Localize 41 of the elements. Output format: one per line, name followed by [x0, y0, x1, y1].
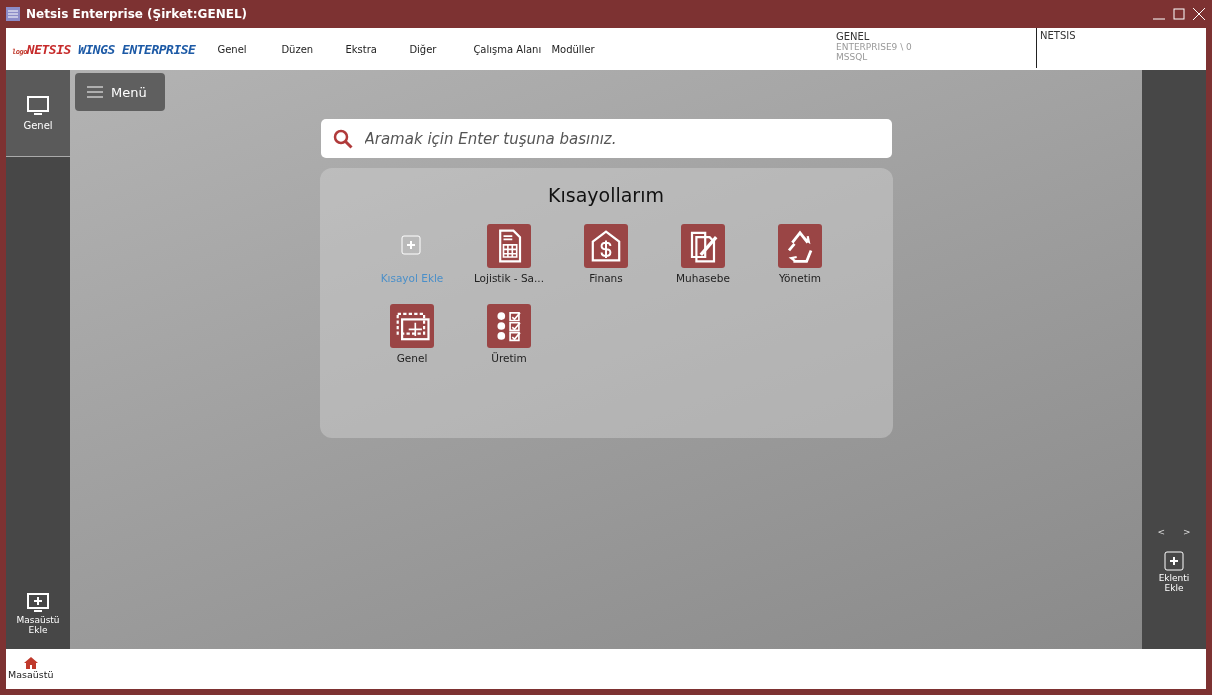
shortcut-item[interactable]: Lojistik - Sa...: [460, 224, 558, 284]
app-icon: [6, 7, 20, 21]
maximize-icon[interactable]: [1172, 7, 1186, 21]
shortcut-item[interactable]: Finans: [557, 224, 655, 284]
document-table-icon: [487, 224, 531, 268]
window-title: Netsis Enterprise (Şirket:GENEL): [26, 7, 248, 21]
desktop-tab[interactable]: Genel: [6, 70, 70, 157]
previous-button[interactable]: <: [1157, 527, 1165, 537]
add-desktop-label[interactable]: Masaüstü Ekle: [6, 615, 70, 635]
add-plugin-icon[interactable]: [1164, 551, 1184, 571]
menu-item[interactable]: Diğer: [409, 39, 474, 59]
shortcut-item[interactable]: Muhasebe: [654, 224, 752, 284]
menu-item[interactable]: Modüller: [551, 39, 616, 59]
next-button[interactable]: >: [1183, 527, 1191, 537]
recycle-arrows-icon: [778, 224, 822, 268]
dollar-house-icon: [584, 224, 628, 268]
document-pen-icon: [681, 224, 725, 268]
shortcut-item[interactable]: Üretim: [460, 304, 558, 364]
menu-item[interactable]: Düzen: [281, 39, 346, 59]
menu-item[interactable]: Genel: [217, 39, 282, 59]
search-field[interactable]: Aramak için Enter tuşuna basınız.: [320, 119, 892, 158]
shortcut-item[interactable]: Yönetim: [751, 224, 849, 284]
dashed-frame-move-icon: [390, 304, 434, 348]
search-icon: [332, 129, 353, 149]
user-label: NETSIS: [1036, 28, 1206, 68]
panel-title: Kısayollarım: [548, 184, 664, 206]
taskbar-tab[interactable]: Masaüstü: [6, 656, 56, 682]
menu-item[interactable]: Ekstra: [345, 39, 410, 59]
database-label: MSSQL: [836, 52, 869, 62]
home-icon: [23, 656, 38, 669]
checklist-icon: [487, 304, 531, 348]
menu-button[interactable]: Menü: [75, 73, 165, 111]
monitor-icon: [27, 95, 49, 116]
menu-icon: [87, 86, 103, 98]
add-plugin-label[interactable]: Eklenti Ekle: [1149, 573, 1199, 593]
menu-item[interactable]: Çalışma Alanı: [473, 39, 552, 59]
server-label: ENTERPRISE9 \ 0: [836, 42, 913, 52]
close-icon[interactable]: [1192, 7, 1206, 21]
add-desktop-icon[interactable]: [27, 593, 49, 613]
shortcut-item[interactable]: Genel: [363, 304, 461, 364]
company-label: GENEL: [836, 31, 871, 42]
